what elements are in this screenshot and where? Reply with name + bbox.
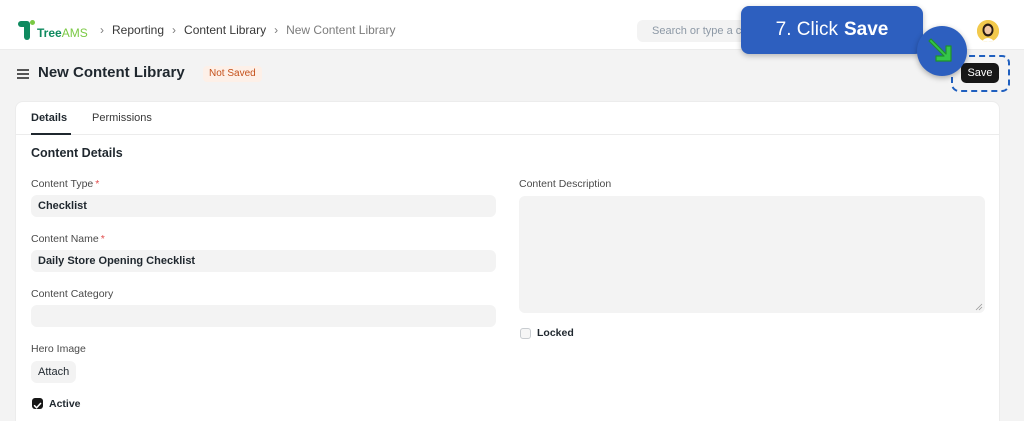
breadcrumb-content-library[interactable]: Content Library xyxy=(184,23,266,37)
hero-image-label: Hero Image xyxy=(31,343,86,355)
breadcrumb-reporting[interactable]: Reporting xyxy=(112,23,164,37)
active-checkbox-label: Active xyxy=(49,398,81,410)
pointer-badge xyxy=(917,26,967,76)
tab-bar: Details Permissions xyxy=(16,102,999,135)
chevron-right-icon: › xyxy=(172,23,177,37)
content-type-label: Content Type * xyxy=(31,178,100,190)
tab-permissions[interactable]: Permissions xyxy=(92,112,152,124)
logo-text: TreeAMS xyxy=(37,26,88,40)
chevron-right-icon: › xyxy=(100,23,104,37)
content-description-textarea[interactable] xyxy=(519,196,985,313)
active-checkbox[interactable] xyxy=(32,398,43,409)
tooltip-prefix: 7. Click xyxy=(775,19,838,40)
tree-logo-icon xyxy=(18,20,35,40)
locked-checkbox-label: Locked xyxy=(537,327,574,339)
user-avatar[interactable] xyxy=(977,20,999,42)
page-header: New Content Library Not Saved Save xyxy=(0,51,1024,99)
breadcrumb: › Reporting › Content Library › New Cont… xyxy=(92,23,395,37)
content-category-field[interactable] xyxy=(31,305,496,327)
tooltip-emphasis: Save xyxy=(843,19,889,40)
treeams-logo[interactable]: TreeAMS xyxy=(18,20,88,40)
attach-button[interactable]: Attach xyxy=(31,361,77,383)
content-type-field[interactable]: Checklist xyxy=(31,195,496,217)
search-bar[interactable] xyxy=(637,20,757,42)
content-name-field[interactable]: Daily Store Opening Checklist xyxy=(31,250,496,272)
section-title: Content Details xyxy=(31,146,123,160)
content-category-label: Content Category xyxy=(31,288,114,300)
form-card: Details Permissions Content Details Cont… xyxy=(15,101,1000,421)
chevron-right-icon: › xyxy=(274,23,279,37)
resize-handle-icon[interactable] xyxy=(975,303,983,311)
content-name-label: Content Name * xyxy=(31,233,105,245)
user-avatar-icon xyxy=(977,20,999,42)
content-description-label: Content Description xyxy=(519,178,612,190)
page-title: New Content Library xyxy=(38,64,185,81)
hamburger-menu-icon[interactable] xyxy=(17,69,29,79)
status-badge: Not Saved xyxy=(203,66,262,82)
tab-details[interactable]: Details xyxy=(31,112,67,124)
locked-checkbox[interactable] xyxy=(520,328,531,339)
active-tab-indicator xyxy=(31,133,71,135)
breadcrumb-current: New Content Library xyxy=(286,23,396,37)
tutorial-tooltip: 7. Click Save xyxy=(741,6,923,54)
arrow-pointer-icon xyxy=(928,38,952,62)
checkmark-icon xyxy=(33,402,42,409)
